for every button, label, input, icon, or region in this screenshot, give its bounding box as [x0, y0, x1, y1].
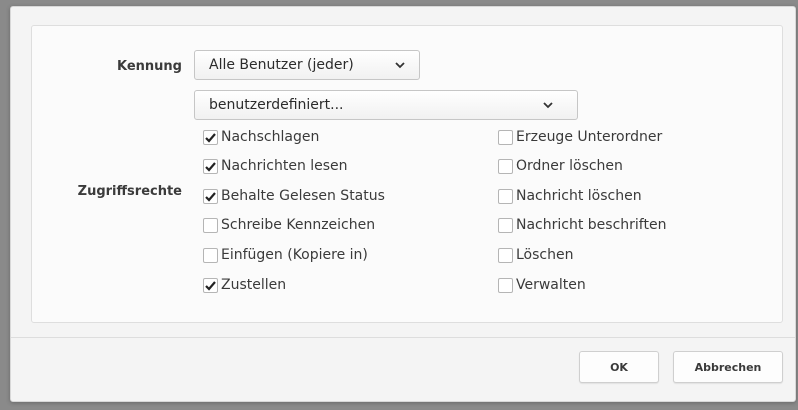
checkbox-label: Zustellen — [221, 277, 287, 293]
right-keep-seen[interactable]: Behalte Gelesen Status — [203, 186, 385, 206]
right-expunge[interactable]: Löschen — [498, 245, 573, 265]
right-delete-folder[interactable]: Ordner löschen — [498, 156, 623, 176]
checkbox[interactable] — [498, 158, 513, 174]
right-insert[interactable]: Einfügen (Kopiere in) — [203, 245, 368, 265]
chevron-down-icon — [395, 62, 405, 69]
checkbox[interactable] — [498, 188, 513, 204]
footer-divider — [11, 337, 795, 338]
right-lookup[interactable]: Nachschlagen — [203, 127, 319, 147]
checkmark-icon — [205, 161, 216, 172]
checkbox[interactable] — [203, 158, 218, 174]
acl-form-panel: Kennung Alle Benutzer (jeder) benutzerde… — [31, 25, 783, 323]
acl-dialog: Kennung Alle Benutzer (jeder) benutzerde… — [10, 6, 796, 402]
right-create-folder[interactable]: Erzeuge Unterordner — [498, 127, 662, 147]
checkbox-label: Nachschlagen — [221, 129, 320, 145]
checkbox-label: Nachricht löschen — [516, 188, 642, 204]
checkbox[interactable] — [203, 129, 218, 145]
checkbox-label: Ordner löschen — [516, 158, 623, 174]
identifier-label: Kennung — [117, 59, 182, 74]
checkbox-label: Behalte Gelesen Status — [221, 188, 385, 204]
checkbox[interactable] — [498, 217, 513, 233]
checkbox[interactable] — [498, 247, 513, 263]
checkbox-label: Nachricht beschriften — [516, 217, 667, 233]
cancel-button[interactable]: Abbrechen — [673, 351, 783, 383]
chevron-down-icon — [543, 102, 553, 109]
checkbox-label: Nachrichten lesen — [221, 158, 348, 174]
checkbox[interactable] — [203, 247, 218, 263]
right-annotate-message[interactable]: Nachricht beschriften — [498, 215, 666, 235]
identifier-select[interactable]: Alle Benutzer (jeder) — [194, 50, 420, 80]
preset-select[interactable]: benutzerdefiniert... — [194, 90, 578, 120]
checkbox[interactable] — [498, 129, 513, 145]
preset-select-value: benutzerdefiniert... — [209, 97, 344, 113]
right-delete-message[interactable]: Nachricht löschen — [498, 186, 642, 206]
right-read-messages[interactable]: Nachrichten lesen — [203, 156, 348, 176]
checkbox-label: Verwalten — [516, 277, 586, 293]
checkbox-label: Löschen — [516, 247, 574, 263]
checkmark-icon — [205, 280, 216, 291]
checkbox[interactable] — [498, 277, 513, 293]
checkbox[interactable] — [203, 217, 218, 233]
checkbox-label: Erzeuge Unterordner — [516, 129, 663, 145]
ok-button[interactable]: OK — [579, 351, 659, 383]
checkbox-label: Einfügen (Kopiere in) — [221, 247, 368, 263]
checkmark-icon — [205, 191, 216, 202]
identifier-select-value: Alle Benutzer (jeder) — [209, 57, 354, 73]
right-write-flags[interactable]: Schreibe Kennzeichen — [203, 215, 375, 235]
right-administer[interactable]: Verwalten — [498, 275, 586, 295]
checkbox-label: Schreibe Kennzeichen — [221, 217, 376, 233]
checkmark-icon — [205, 132, 216, 143]
checkbox[interactable] — [203, 277, 218, 293]
right-post[interactable]: Zustellen — [203, 275, 286, 295]
access-rights-label: Zugriffsrechte — [77, 184, 182, 199]
checkbox[interactable] — [203, 188, 218, 204]
